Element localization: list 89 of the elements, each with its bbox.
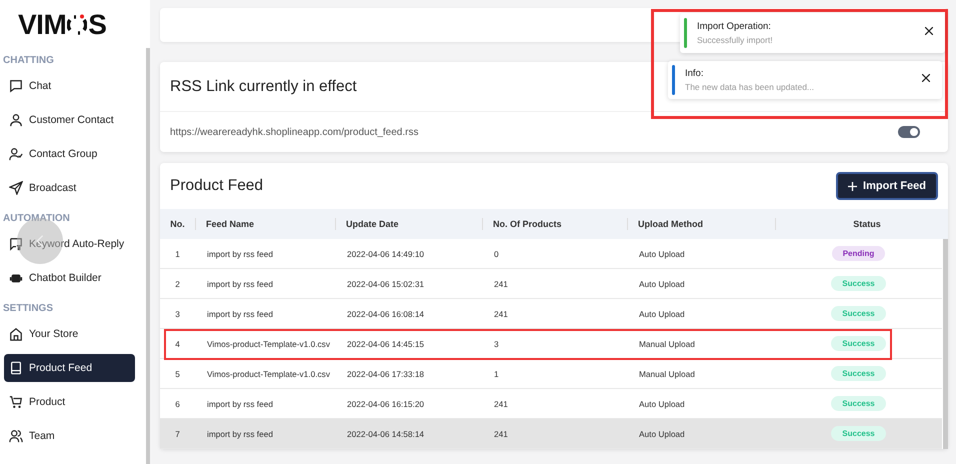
section-heading: AUTOMATION	[2, 212, 71, 226]
table-cell-text: import by rss feed	[206, 278, 274, 288]
section-heading: SETTINGS	[2, 302, 54, 316]
toast-message: Successfully import!	[697, 35, 774, 45]
table-cell-text: Vimos-product-Template-v1.0.csv	[206, 338, 331, 348]
sidebar-item[interactable]: Keyword Auto-Reply	[4, 230, 135, 258]
table-cell-text: 2022-04-06 17:33:18	[346, 368, 426, 378]
table-cell-text: 2022-04-06 16:15:20	[346, 398, 426, 408]
section-heading: CHATTING	[2, 54, 55, 68]
sidebar-item[interactable]: Customer Contact	[4, 106, 135, 134]
table-row[interactable]: 1 import by rss feed 2022-04-06 14:49:10 0 Auto Upload Pending	[160, 239, 942, 269]
table-row[interactable]: 5 Vimos-product-Template-v1.0.csv 2022-04-06 17:33:18 1 Manual Upload Success	[160, 359, 942, 389]
table-row[interactable]: 4 Vimos-product-Template-v1.0.csv 2022-04-06 14:45:15 3 Manual Upload Success	[160, 329, 942, 359]
sidebar-item[interactable]: Product Feed	[4, 354, 135, 382]
status-badge: Pending	[832, 246, 886, 261]
logo-text: VIM	[18, 9, 66, 41]
cart-icon	[9, 395, 23, 409]
table-cell-text: 2022-04-06 15:02:31	[346, 278, 426, 288]
sidebar-item[interactable]: Chatbot Builder	[4, 264, 135, 292]
table-cell-text: 2022-04-06 14:49:10	[346, 248, 426, 258]
table-row[interactable]: 3 import by rss feed 2022-04-06 16:08:14 241 Auto Upload Success	[160, 299, 942, 329]
table-cell-text: Vimos-product-Template-v1.0.csv	[206, 368, 331, 378]
column-header: Status	[775, 218, 948, 230]
toast-title: Info:	[685, 68, 704, 79]
paper-plane-icon	[9, 181, 23, 195]
table-cell-text: Manual Upload	[638, 338, 696, 348]
table-cell-text: 4	[174, 338, 181, 348]
rss-url: https://wearereadyhk.shoplineapp.com/product_feed.rss	[170, 126, 418, 138]
house-icon	[9, 327, 23, 341]
table-cell-text: 0	[493, 248, 500, 258]
table-cell-text: 1	[174, 248, 181, 258]
chat-bubble-icon	[9, 79, 23, 93]
toast-title: Import Operation:	[697, 21, 772, 32]
people-icon	[9, 429, 23, 443]
table-cell-text: 241	[493, 308, 509, 318]
book-icon	[9, 361, 23, 375]
column-header: No.	[169, 218, 186, 230]
table-cell-text: import by rss feed	[206, 428, 274, 438]
sidebar-item[interactable]: Your Store	[4, 320, 135, 348]
column-header: Update Date	[335, 218, 482, 230]
toggle-switch[interactable]	[898, 126, 920, 138]
table-cell-text: Auto Upload	[638, 398, 686, 408]
table-cell-text: 3	[174, 308, 181, 318]
person-icon	[9, 113, 23, 127]
table-cell-text: Auto Upload	[638, 248, 686, 258]
sidebar-item[interactable]: Team	[4, 422, 135, 450]
toast-message: The new data has been updated...	[685, 82, 816, 92]
table-cell-text: import by rss feed	[206, 308, 274, 318]
table-cell-text: 3	[493, 338, 500, 348]
table-cell-text: 6	[174, 398, 181, 408]
table-row[interactable]: 7 import by rss feed 2022-04-06 14:58:14 241 Auto Upload Success	[160, 419, 942, 449]
plus-icon	[848, 182, 858, 190]
table-cell-text: 2022-04-06 14:45:15	[346, 338, 426, 348]
table-cell-text: 1	[493, 368, 500, 378]
sidebar-item[interactable]: Contact Group	[4, 140, 135, 168]
sidebar-item[interactable]: Broadcast	[4, 174, 135, 202]
table-cell-text: 2022-04-06 16:08:14	[346, 308, 426, 318]
status-badge: Success	[831, 306, 886, 321]
person-check-icon	[9, 147, 23, 161]
table-cell-text: import by rss feed	[206, 398, 274, 408]
table-cell-text: 2022-04-06 14:58:14	[346, 428, 426, 438]
status-badge: Success	[831, 426, 886, 441]
table-cell-text: 2	[174, 278, 181, 288]
sidebar-item[interactable]: Chat	[4, 72, 135, 100]
table-cell-text: 241	[493, 278, 509, 288]
table-cell-text: import by rss feed	[206, 248, 274, 258]
table-cell-text: 241	[493, 398, 509, 408]
logo-text: S	[88, 9, 106, 41]
table-cell-text: Auto Upload	[638, 278, 686, 288]
table-row[interactable]: 2 import by rss feed 2022-04-06 15:02:31 241 Auto Upload Success	[160, 269, 942, 299]
table-cell-text: 241	[493, 428, 509, 438]
column-header: No. Of Products	[482, 218, 627, 230]
card-title: Product Feed	[170, 177, 264, 195]
status-badge: Success	[831, 396, 886, 411]
message-square-icon	[9, 237, 23, 251]
table-cell-text: Auto Upload	[638, 308, 686, 318]
status-badge: Success	[831, 336, 886, 351]
table-cell-text: 7	[174, 428, 181, 438]
import-feed-button[interactable]: Import Feed	[836, 172, 938, 200]
column-header: Upload Method	[627, 218, 775, 230]
table-cell-text: 5	[174, 368, 181, 378]
logo-mark-icon	[67, 14, 88, 36]
status-badge: Success	[831, 366, 886, 381]
table-cell-text: Auto Upload	[638, 428, 686, 438]
table-cell-text: Manual Upload	[638, 368, 696, 378]
column-header: Feed Name	[195, 218, 335, 230]
status-badge: Success	[831, 276, 886, 291]
card-title: RSS Link currently in effect	[170, 78, 357, 96]
sidebar-item[interactable]: Product	[4, 388, 135, 416]
